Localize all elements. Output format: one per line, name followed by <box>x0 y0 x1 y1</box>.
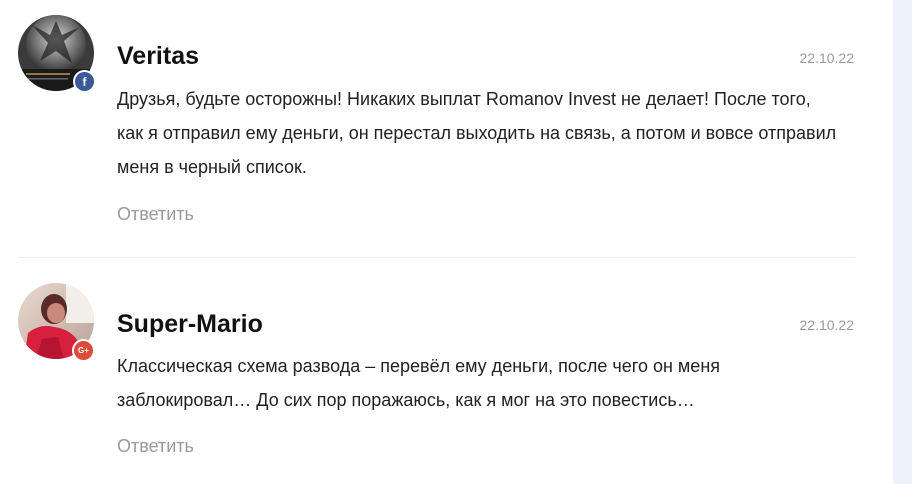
sidebar-background <box>893 0 912 484</box>
comment-item: f Veritas 22.10.22 Друзья, будьте осторо… <box>0 0 893 258</box>
comment-avatar-wrap: f <box>18 15 96 93</box>
google-plus-icon: G+ <box>72 339 95 362</box>
comment-author: Super-Mario <box>117 310 263 338</box>
comment-text: Классическая схема развода – перевёл ему… <box>117 356 721 410</box>
comment-author: Veritas <box>117 42 200 70</box>
reply-link[interactable]: Ответить <box>117 204 194 225</box>
comment-item: G+ Super-Mario 22.10.22 Классическая схе… <box>0 258 893 484</box>
comments-list: f Veritas 22.10.22 Друзья, будьте осторо… <box>0 0 893 484</box>
comment-avatar-wrap: G+ <box>18 283 95 362</box>
comment-date: 22.10.22 <box>799 317 855 333</box>
comment-date: 22.10.22 <box>799 50 855 66</box>
comment-text: Друзья, будьте осторожны! Никаких выплат… <box>117 89 837 177</box>
facebook-icon: f <box>73 70 96 93</box>
reply-link[interactable]: Ответить <box>117 436 194 457</box>
